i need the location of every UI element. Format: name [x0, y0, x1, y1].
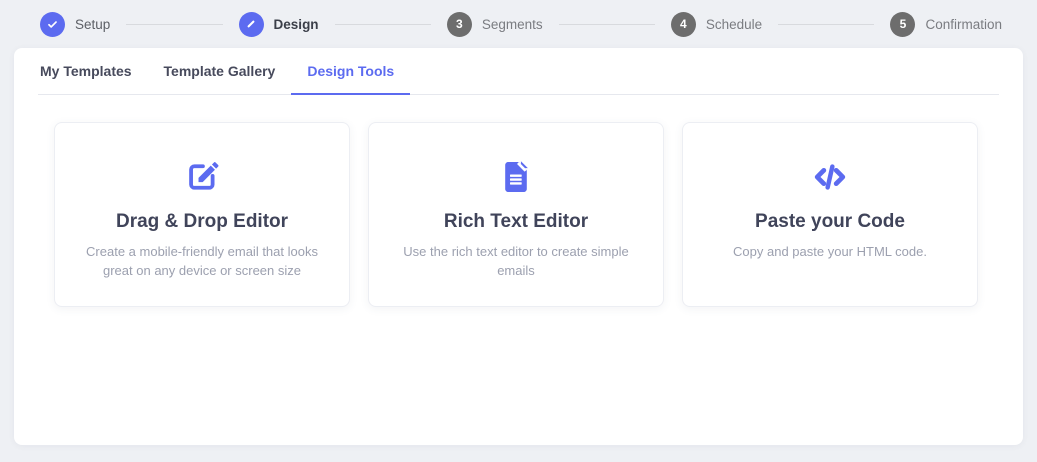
document-icon [393, 157, 639, 197]
wizard-stepper: Setup Design 3 Segments 4 Schedule 5 Con… [0, 0, 1037, 48]
card-description: Create a mobile-friendly email that look… [79, 242, 325, 280]
tab-template-gallery[interactable]: Template Gallery [148, 48, 292, 95]
tabs-wrap: My Templates Template Gallery Design Too… [14, 48, 1023, 95]
template-tabs: My Templates Template Gallery Design Too… [38, 48, 999, 95]
step-connector [559, 24, 655, 25]
check-icon [40, 12, 65, 37]
card-title: Rich Text Editor [393, 211, 639, 233]
step-number: 4 [671, 12, 696, 37]
step-label: Confirmation [925, 17, 1002, 32]
card-title: Drag & Drop Editor [79, 211, 325, 233]
card-description: Use the rich text editor to create simpl… [393, 242, 639, 280]
pencil-icon [239, 12, 264, 37]
card-title: Paste your Code [707, 211, 953, 233]
step-schedule[interactable]: 4 Schedule [671, 12, 762, 37]
code-icon [707, 157, 953, 197]
step-segments[interactable]: 3 Segments [447, 12, 543, 37]
step-setup[interactable]: Setup [40, 12, 110, 37]
edit-square-icon [79, 157, 325, 197]
step-connector [335, 24, 431, 25]
card-paste-your-code[interactable]: Paste your Code Copy and paste your HTML… [682, 122, 978, 307]
card-drag-drop-editor[interactable]: Drag & Drop Editor Create a mobile-frien… [54, 122, 350, 307]
tab-design-tools[interactable]: Design Tools [291, 48, 410, 95]
step-connector [778, 24, 874, 25]
step-design[interactable]: Design [239, 12, 319, 37]
step-label: Setup [75, 17, 110, 32]
step-connector [126, 24, 222, 25]
step-label: Design [274, 17, 319, 32]
card-rich-text-editor[interactable]: Rich Text Editor Use the rich text edito… [368, 122, 664, 307]
step-number: 3 [447, 12, 472, 37]
content-panel: My Templates Template Gallery Design Too… [14, 48, 1023, 445]
step-label: Segments [482, 17, 543, 32]
editor-options: Drag & Drop Editor Create a mobile-frien… [54, 122, 999, 307]
step-confirmation[interactable]: 5 Confirmation [890, 12, 1002, 37]
step-number: 5 [890, 12, 915, 37]
card-description: Copy and paste your HTML code. [707, 242, 953, 261]
step-label: Schedule [706, 17, 762, 32]
tab-my-templates[interactable]: My Templates [38, 48, 148, 95]
